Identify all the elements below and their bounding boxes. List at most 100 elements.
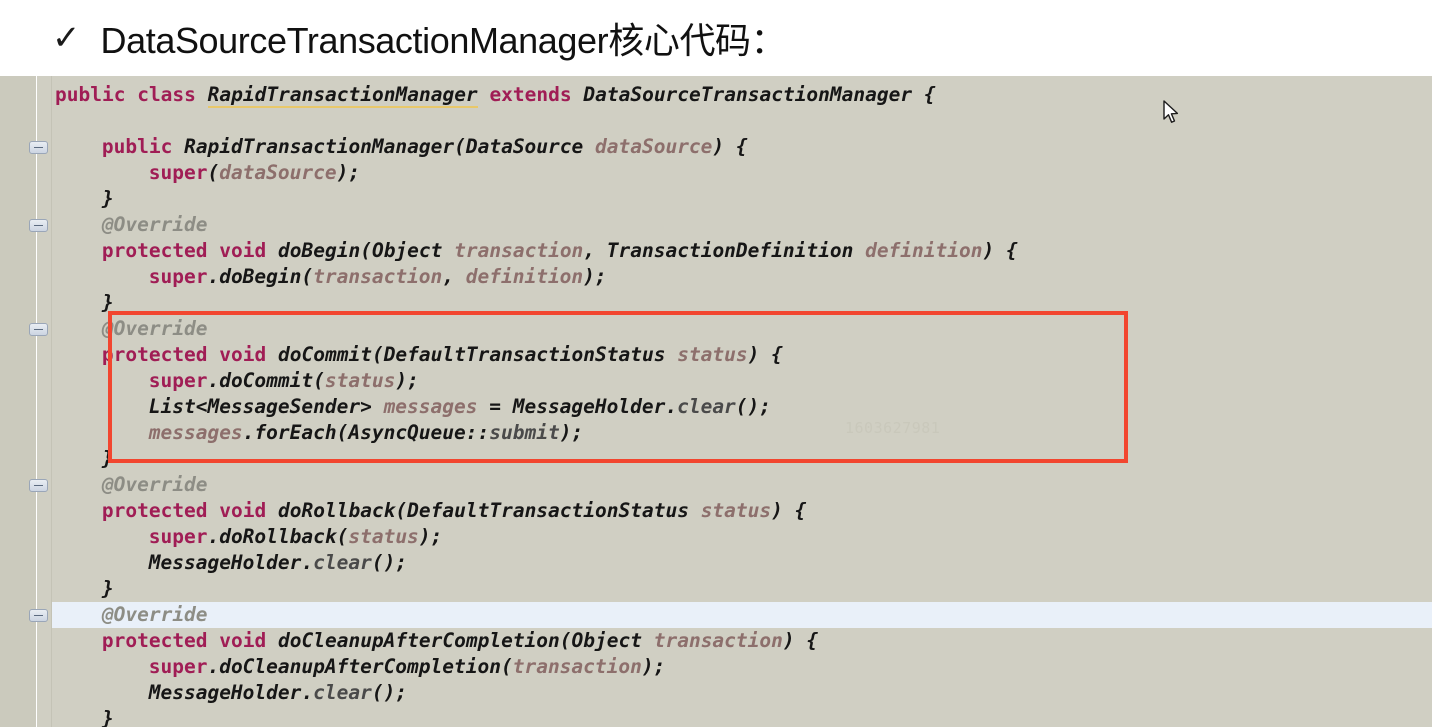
code-line[interactable]: messages.forEach(AsyncQueue::submit); <box>149 420 583 446</box>
code-token: { <box>923 83 936 106</box>
code-line[interactable]: protected void doCleanupAfterCompletion(… <box>102 628 818 654</box>
code-token: doBegin <box>219 265 302 288</box>
code-token: definition <box>465 265 584 288</box>
code-editor[interactable]: public class RapidTransactionManager ext… <box>0 76 1432 727</box>
code-token: ; <box>759 395 772 418</box>
code-token: { <box>771 343 783 366</box>
code-token: doRollback <box>278 499 396 522</box>
code-token: { <box>735 135 748 158</box>
code-token: void <box>219 629 267 652</box>
code-token: } <box>101 707 114 727</box>
code-token: ( <box>371 343 384 366</box>
code-token: } <box>101 577 114 600</box>
code-line[interactable]: @Override <box>102 212 208 238</box>
code-token: super <box>148 265 208 288</box>
code-token: status <box>677 343 748 366</box>
code-token: public <box>101 135 173 158</box>
code-token: { <box>1005 239 1018 262</box>
code-token: transaction <box>653 629 783 652</box>
code-token: transaction <box>512 655 642 678</box>
code-line[interactable]: } <box>102 446 114 472</box>
code-line[interactable]: super.doRollback(status); <box>149 524 443 550</box>
code-token: DefaultTransactionStatus <box>407 499 689 522</box>
code-line[interactable]: } <box>102 186 114 212</box>
code-token: { <box>806 629 819 652</box>
code-token: forEach <box>254 421 337 444</box>
code-line[interactable]: } <box>102 290 114 316</box>
slide-title-bar: ✓ DataSourceTransactionManager核心代码： <box>0 0 1432 76</box>
code-line[interactable]: } <box>102 706 114 727</box>
code-token: . <box>301 551 314 574</box>
code-line[interactable]: @Override <box>102 316 208 342</box>
code-token: ( <box>301 265 314 288</box>
code-line[interactable]: List<MessageSender> messages = MessageHo… <box>149 394 771 420</box>
code-token: status <box>700 499 772 522</box>
code-line[interactable]: MessageHolder.clear(); <box>149 550 407 576</box>
code-line[interactable]: protected void doRollback(DefaultTransac… <box>102 498 807 524</box>
code-token: doCommit <box>278 343 372 366</box>
code-token: List<MessageSender> <box>148 395 372 418</box>
code-line[interactable]: protected void doBegin(Object transactio… <box>102 238 1018 264</box>
code-token: ; <box>395 551 408 574</box>
code-token: protected <box>101 499 208 522</box>
code-line[interactable]: super.doCleanupAfterCompletion(transacti… <box>149 654 666 680</box>
code-token: . <box>665 395 678 418</box>
code-token: . <box>207 265 220 288</box>
code-token: ; <box>430 525 443 548</box>
code-token: ) <box>771 499 783 522</box>
code-token: transaction <box>454 239 584 262</box>
code-line[interactable]: super(dataSource); <box>149 160 360 186</box>
code-token: super <box>148 369 208 392</box>
code-line[interactable]: @Override <box>102 602 208 628</box>
code-token: super <box>148 655 208 678</box>
code-token: DefaultTransactionStatus <box>383 343 666 366</box>
code-content[interactable]: public class RapidTransactionManager ext… <box>0 76 1432 727</box>
code-token: = <box>477 395 513 418</box>
code-token: . <box>207 655 220 678</box>
code-token: MessageHolder <box>148 551 302 574</box>
code-token: doCommit <box>219 369 314 392</box>
code-token: , <box>583 239 607 262</box>
checkmark-icon: ✓ <box>52 19 81 57</box>
code-line[interactable]: MessageHolder.clear(); <box>149 680 407 706</box>
code-token: protected <box>101 343 208 366</box>
code-line[interactable]: super.doBegin(transaction, definition); <box>149 264 607 290</box>
code-token: transaction <box>313 265 443 288</box>
code-token: ; <box>348 161 361 184</box>
code-token: definition <box>865 239 983 262</box>
code-token: void <box>219 239 267 262</box>
code-line[interactable]: public class RapidTransactionManager ext… <box>55 82 936 108</box>
code-token: ; <box>571 421 584 444</box>
code-token: dataSource <box>219 161 337 184</box>
code-token: { <box>794 499 807 522</box>
code-line[interactable]: super.doCommit(status); <box>149 368 419 394</box>
code-token: ( <box>313 369 325 392</box>
mouse-cursor-icon <box>1163 100 1179 123</box>
code-token: ( <box>336 525 349 548</box>
code-line[interactable]: protected void doCommit(DefaultTransacti… <box>102 342 783 368</box>
code-token: RapidTransactionManager <box>184 135 455 158</box>
code-token: doBegin <box>278 239 361 262</box>
code-token: status <box>348 525 419 548</box>
code-token: ) <box>336 161 349 184</box>
code-line[interactable]: } <box>102 576 114 602</box>
code-token: messages <box>383 395 478 418</box>
code-token: ( <box>559 629 572 652</box>
code-token: :: <box>465 421 490 444</box>
code-token: TransactionDefinition <box>606 239 854 262</box>
code-line[interactable]: @Override <box>102 472 208 498</box>
code-token: dataSource <box>595 135 713 158</box>
code-line[interactable]: public RapidTransactionManager(DataSourc… <box>102 134 748 160</box>
